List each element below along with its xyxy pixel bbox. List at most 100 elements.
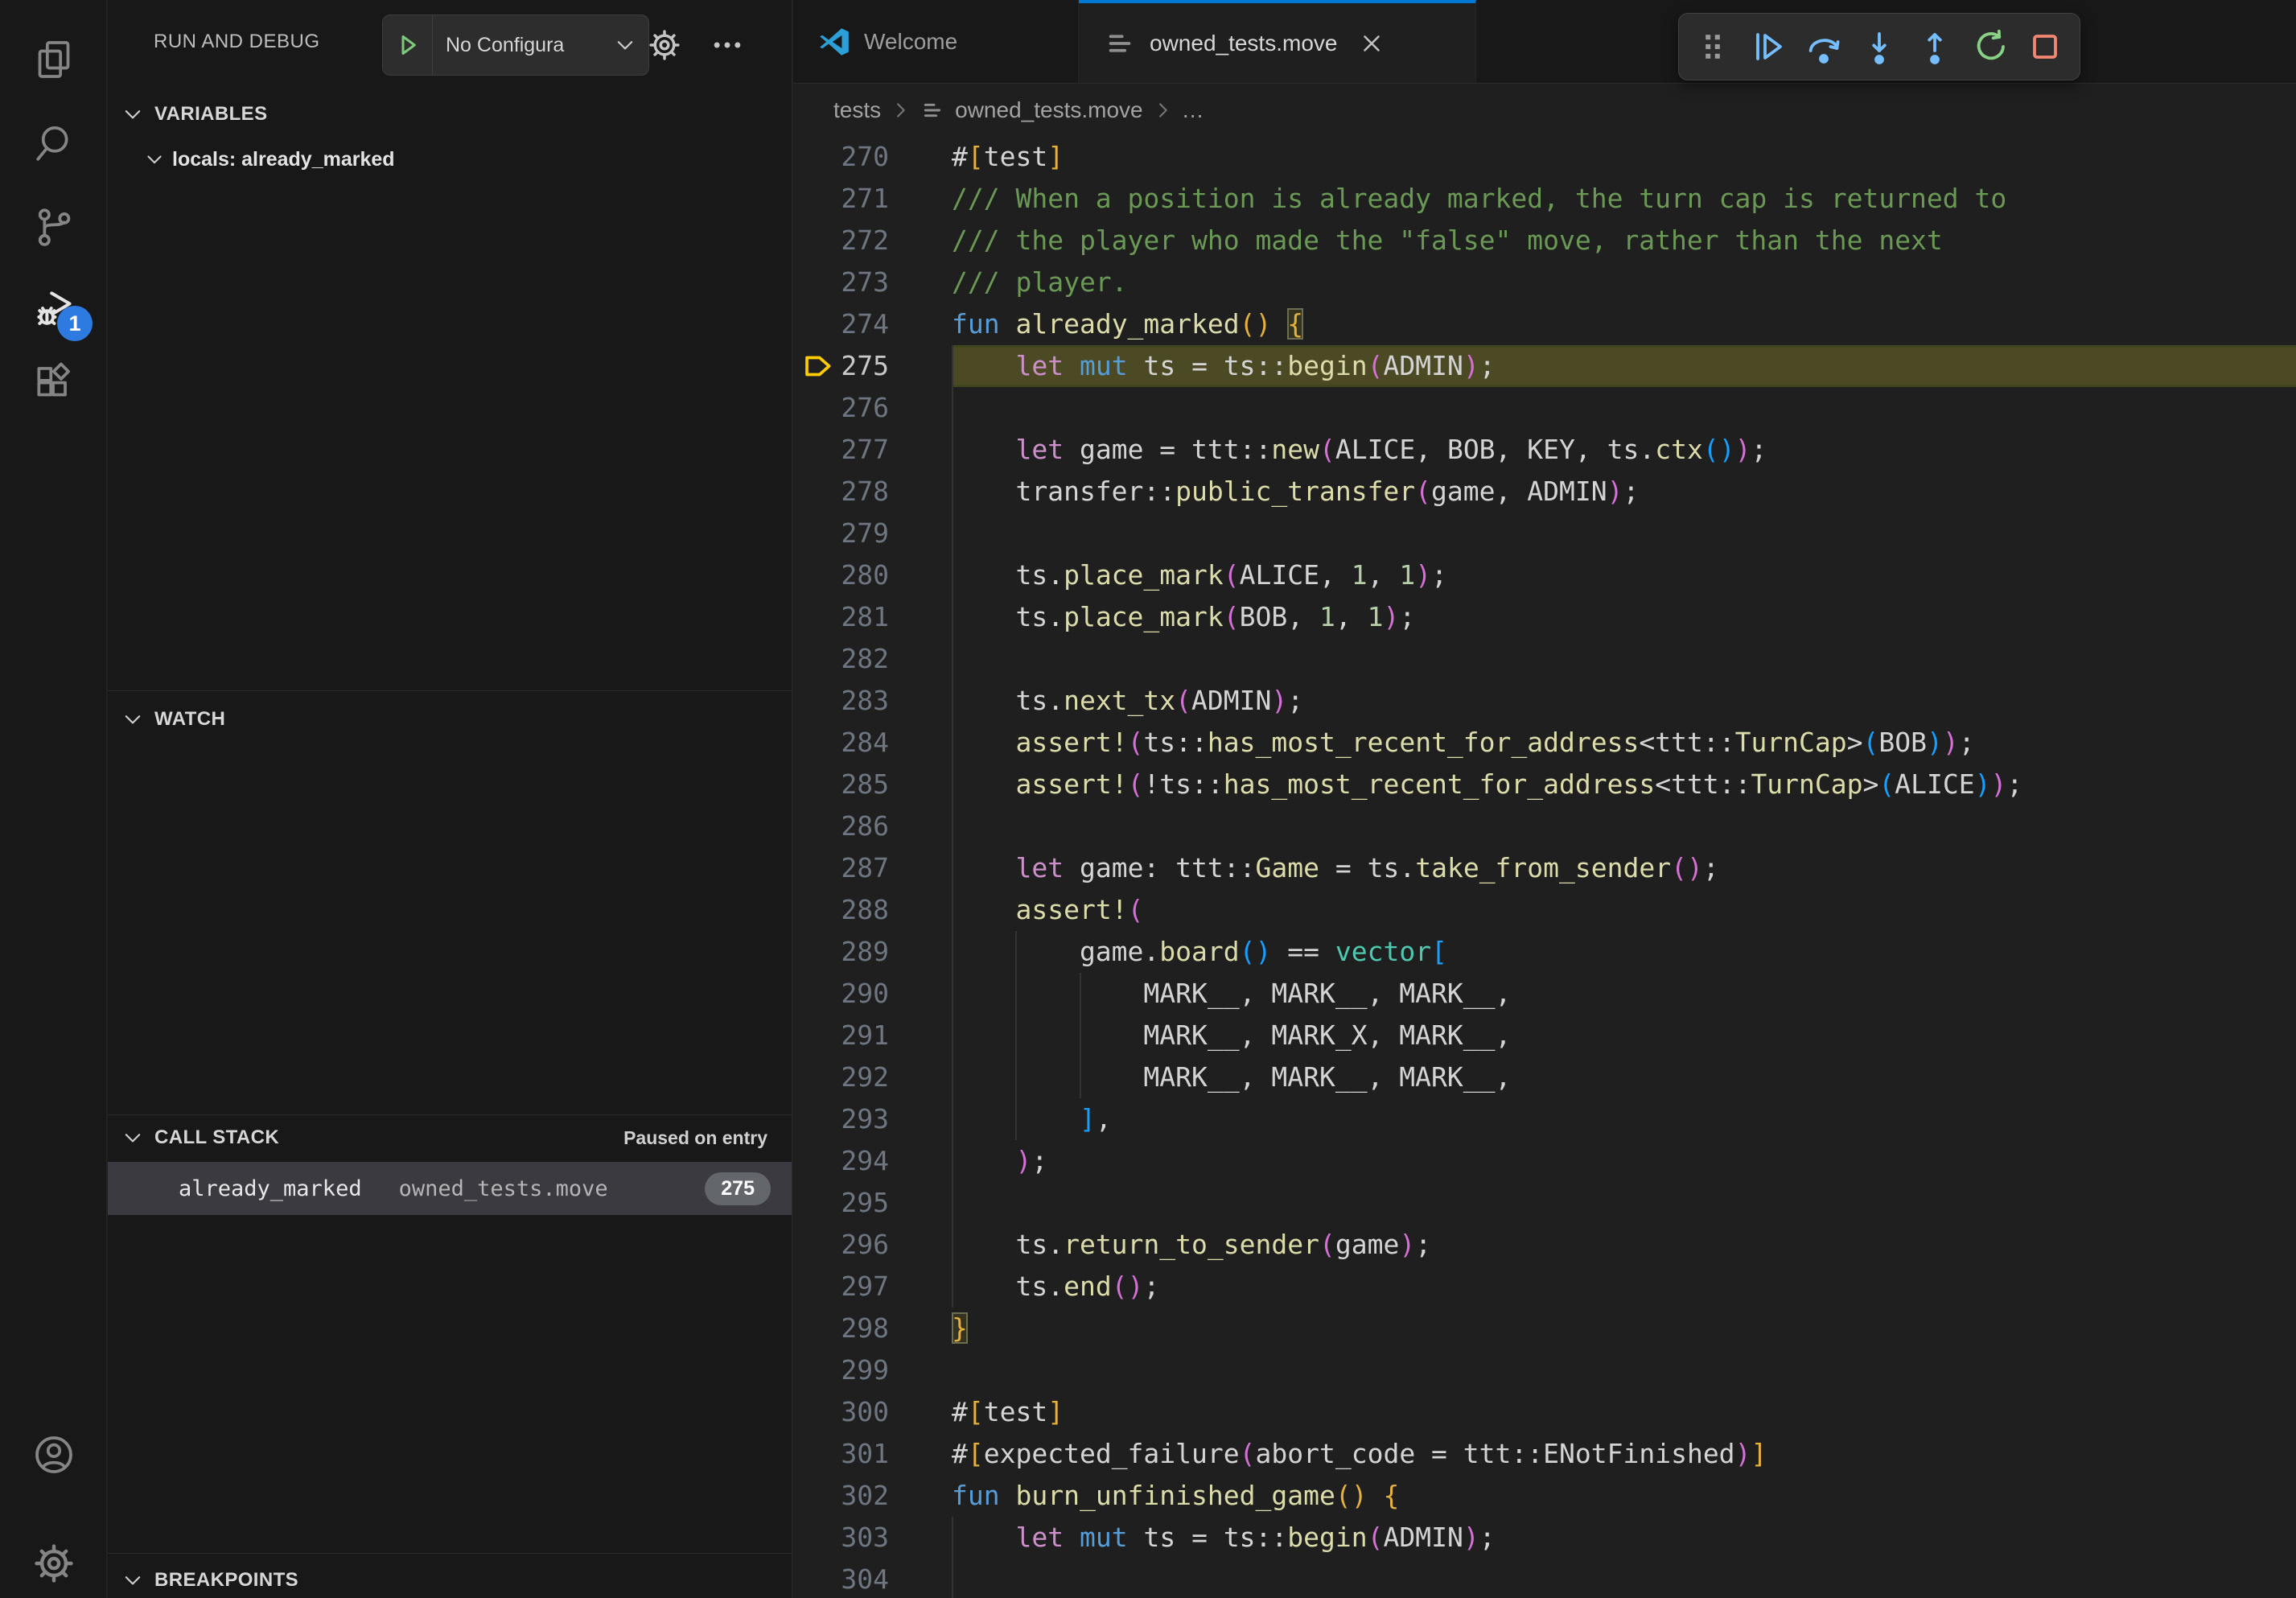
line-gutter[interactable]: 281: [793, 596, 952, 638]
activity-item-settings[interactable]: [0, 1525, 107, 1598]
code-line-content[interactable]: ts.return_to_sender(game);: [952, 1224, 2296, 1266]
code-line-content[interactable]: [952, 1559, 2296, 1598]
toolbar-drag-grip[interactable]: [1689, 23, 1736, 70]
activity-item-extensions[interactable]: [0, 346, 107, 423]
line-number[interactable]: 272: [841, 220, 889, 262]
tab-welcome[interactable]: Welcome: [793, 0, 1079, 83]
debug-step-into-button[interactable]: [1856, 23, 1903, 70]
code-line-content[interactable]: assert!(!ts::has_most_recent_for_address…: [952, 764, 2296, 805]
line-number[interactable]: 290: [841, 973, 889, 1015]
code-line-content[interactable]: [952, 1349, 2296, 1391]
line-gutter[interactable]: 300: [793, 1391, 952, 1433]
line-gutter[interactable]: 282: [793, 638, 952, 680]
line-gutter[interactable]: 304: [793, 1559, 952, 1598]
debug-restart-button[interactable]: [1967, 23, 2014, 70]
line-number[interactable]: 282: [841, 638, 889, 680]
locals-scope-row[interactable]: locals: already_marked: [108, 138, 792, 180]
line-gutter[interactable]: 297: [793, 1266, 952, 1308]
line-gutter[interactable]: 296: [793, 1224, 952, 1266]
line-number[interactable]: 271: [841, 178, 889, 220]
breadcrumb-item-tests[interactable]: tests: [833, 97, 881, 123]
code-line-content[interactable]: /// player.: [952, 262, 2296, 303]
configure-gear-icon[interactable]: [647, 27, 682, 63]
launch-config-dropdown[interactable]: No Configura: [382, 14, 649, 76]
code-line-content[interactable]: [952, 1182, 2296, 1224]
line-number[interactable]: 291: [841, 1015, 889, 1056]
code-line-content[interactable]: ts.end();: [952, 1266, 2296, 1308]
line-number[interactable]: 276: [841, 387, 889, 429]
debug-continue-button[interactable]: [1745, 23, 1792, 70]
line-number[interactable]: 287: [841, 847, 889, 889]
line-number[interactable]: 281: [841, 596, 889, 638]
code-line-content[interactable]: #[expected_failure(abort_code = ttt::ENo…: [952, 1433, 2296, 1475]
variables-section-header[interactable]: VARIABLES: [108, 93, 792, 135]
line-gutter[interactable]: 284: [793, 722, 952, 764]
line-number[interactable]: 303: [841, 1517, 889, 1559]
code-line-content[interactable]: assert!(ts::has_most_recent_for_address<…: [952, 722, 2296, 764]
code-editor[interactable]: 270#[test]271/// When a position is alre…: [793, 136, 2296, 1598]
code-line-content[interactable]: [952, 513, 2296, 554]
line-gutter[interactable]: 277: [793, 429, 952, 471]
tab-owned-tests-move[interactable]: owned_tests.move: [1079, 0, 1476, 83]
code-line-content[interactable]: #[test]: [952, 136, 2296, 178]
activity-item-search[interactable]: [0, 105, 107, 182]
line-number[interactable]: 300: [841, 1391, 889, 1433]
line-gutter[interactable]: 272: [793, 220, 952, 262]
code-line-content[interactable]: let game: ttt::Game = ts.take_from_sende…: [952, 847, 2296, 889]
line-gutter[interactable]: 303: [793, 1517, 952, 1559]
line-gutter[interactable]: 286: [793, 805, 952, 847]
line-number[interactable]: 273: [841, 262, 889, 303]
line-gutter[interactable]: 294: [793, 1140, 952, 1182]
code-line-content[interactable]: [952, 805, 2296, 847]
code-line-content[interactable]: [952, 638, 2296, 680]
code-line-content[interactable]: MARK__, MARK_X, MARK__,: [952, 1015, 2296, 1056]
line-number[interactable]: 286: [841, 805, 889, 847]
code-line-content[interactable]: ts.place_mark(ALICE, 1, 1);: [952, 554, 2296, 596]
line-number[interactable]: 289: [841, 931, 889, 973]
activity-item-files[interactable]: [0, 21, 107, 98]
line-gutter[interactable]: 279: [793, 513, 952, 554]
line-gutter[interactable]: 290: [793, 973, 952, 1015]
line-number[interactable]: 275: [841, 345, 889, 387]
line-gutter[interactable]: 280: [793, 554, 952, 596]
line-number[interactable]: 292: [841, 1056, 889, 1098]
code-line-content[interactable]: let mut ts = ts::begin(ADMIN);: [952, 345, 2296, 387]
breakpoints-section-header[interactable]: BREAKPOINTS: [108, 1568, 792, 1592]
line-gutter[interactable]: 302: [793, 1475, 952, 1517]
line-gutter[interactable]: 288: [793, 889, 952, 931]
line-gutter[interactable]: 287: [793, 847, 952, 889]
debug-step-over-button[interactable]: [1800, 23, 1847, 70]
line-gutter[interactable]: 291: [793, 1015, 952, 1056]
line-gutter[interactable]: 295: [793, 1182, 952, 1224]
code-line-content[interactable]: ts.place_mark(BOB, 1, 1);: [952, 596, 2296, 638]
code-line-content[interactable]: MARK__, MARK__, MARK__,: [952, 973, 2296, 1015]
line-gutter[interactable]: 270: [793, 136, 952, 178]
code-line-content[interactable]: [952, 387, 2296, 429]
close-icon[interactable]: [1358, 30, 1385, 57]
line-gutter[interactable]: 292: [793, 1056, 952, 1098]
code-line-content[interactable]: ],: [952, 1098, 2296, 1140]
line-number[interactable]: 301: [841, 1433, 889, 1475]
breadcrumb-item-file[interactable]: owned_tests.move: [955, 97, 1142, 123]
code-line-content[interactable]: let mut ts = ts::begin(ADMIN);: [952, 1517, 2296, 1559]
code-line-content[interactable]: let game = ttt::new(ALICE, BOB, KEY, ts.…: [952, 429, 2296, 471]
line-number[interactable]: 304: [841, 1559, 889, 1598]
stack-frame-row[interactable]: already_marked owned_tests.move 275: [108, 1162, 792, 1215]
line-gutter[interactable]: 293: [793, 1098, 952, 1140]
activity-item-source-control[interactable]: [0, 188, 107, 266]
line-gutter[interactable]: 278: [793, 471, 952, 513]
code-line-content[interactable]: #[test]: [952, 1391, 2296, 1433]
start-debugging-icon[interactable]: [383, 15, 433, 75]
code-line-content[interactable]: fun burn_unfinished_game() {: [952, 1475, 2296, 1517]
line-gutter[interactable]: 276: [793, 387, 952, 429]
code-line-content[interactable]: }: [952, 1308, 2296, 1349]
launch-config-label[interactable]: No Configura: [433, 34, 613, 57]
code-line-content[interactable]: transfer::public_transfer(game, ADMIN);: [952, 471, 2296, 513]
code-line-content[interactable]: fun already_marked() {: [952, 303, 2296, 345]
line-gutter[interactable]: 274: [793, 303, 952, 345]
watch-section-header[interactable]: WATCH: [108, 707, 792, 731]
line-number[interactable]: 296: [841, 1224, 889, 1266]
line-number[interactable]: 284: [841, 722, 889, 764]
line-gutter[interactable]: 298: [793, 1308, 952, 1349]
line-gutter[interactable]: 273: [793, 262, 952, 303]
